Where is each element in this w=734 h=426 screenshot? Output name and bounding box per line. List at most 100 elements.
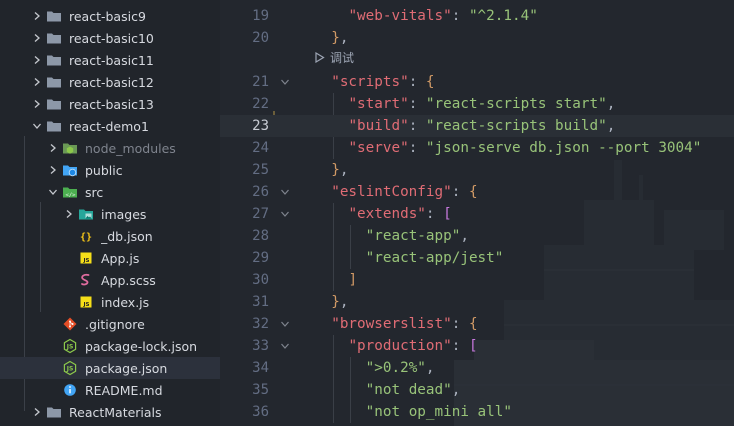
code-line[interactable]: 32 "browserslist": { (220, 313, 734, 335)
folder-icon (46, 52, 62, 68)
fold-chevron-icon[interactable] (279, 313, 291, 335)
code-text: }, (331, 162, 349, 178)
tree-item-reactmaterials[interactable]: ReactMaterials (0, 401, 220, 423)
code-line[interactable]: 31 }, (220, 291, 734, 313)
code-line[interactable]: 19 "web-vitals": "^2.1.4" (220, 5, 734, 27)
line-number: 32 (252, 316, 269, 332)
code-line[interactable]: 26 "eslintConfig": { (220, 181, 734, 203)
code-text: }, (331, 30, 349, 46)
chevron-right-icon[interactable] (30, 77, 44, 87)
fold-chevron-icon[interactable] (279, 181, 291, 203)
tree-item-package-json[interactable]: JS package.json (0, 357, 220, 379)
chevron-right-icon[interactable] (46, 143, 60, 153)
tree-item-react-demo1[interactable]: react-demo1 (0, 115, 220, 137)
tree-item-label: react-basic10 (69, 30, 154, 46)
line-number: 30 (252, 272, 269, 288)
line-number: 22 (252, 96, 269, 112)
tree-item-label: index.js (101, 294, 150, 310)
code-line[interactable]: 28 "react-app", (220, 225, 734, 247)
folder-icon (46, 118, 62, 134)
code-text: "not op_mini all" (365, 404, 512, 420)
fold-chevron-icon[interactable] (279, 335, 291, 357)
chevron-right-icon[interactable] (30, 33, 44, 43)
chevron-right-icon[interactable] (62, 209, 76, 219)
code-editor[interactable]: 调试 19 "web-vitals": "^2.1.4" 20 }, 21 "scr… (220, 0, 734, 426)
tree-item-gitignore[interactable]: .gitignore (0, 313, 220, 335)
src-folder-icon: </> (62, 184, 78, 200)
code-text: "start": "react-scripts start", (348, 96, 616, 112)
tree-item-app-scss[interactable]: App.scss (0, 269, 220, 291)
tree-item-label: react-demo1 (69, 118, 149, 134)
code-text: "eslintConfig": { (331, 184, 478, 200)
code-line[interactable]: 20 }, (220, 27, 734, 49)
code-line[interactable]: 30 ] (220, 269, 734, 291)
tree-item-index-js[interactable]: JS index.js (0, 291, 220, 313)
js-file-icon: JS (78, 294, 94, 310)
tree-item-react-basic9[interactable]: react-basic9 (0, 5, 220, 27)
tree-item-label: react-basic12 (69, 74, 154, 90)
line-number: 28 (252, 228, 269, 244)
code-line[interactable]: 35 "not dead", (220, 379, 734, 401)
tree-item-react-basic11[interactable]: react-basic11 (0, 49, 220, 71)
public-folder-icon (62, 162, 78, 178)
code-line[interactable]: 23 "build": "react-scripts build", (220, 115, 734, 137)
line-number: 27 (252, 206, 269, 222)
svg-text:JS: JS (82, 258, 89, 264)
code-text: "not dead", (365, 382, 461, 398)
codelens-label: 调试 (330, 50, 355, 65)
code-text: "browserslist": { (331, 316, 478, 332)
tree-item-label: package-lock.json (85, 338, 198, 354)
tree-item-react-basic10[interactable]: react-basic10 (0, 27, 220, 49)
tree-item-app-js[interactable]: JS App.js (0, 247, 220, 269)
tree-item-label: react-basic11 (69, 52, 154, 68)
line-number: 21 (252, 74, 269, 90)
tree-item-db-json[interactable]: {} _db.json (0, 225, 220, 247)
tree-item-images[interactable]: images (0, 203, 220, 225)
svg-text:</>: </> (66, 193, 77, 199)
code-line[interactable]: 34 ">0.2%", (220, 357, 734, 379)
chevron-down-icon[interactable] (46, 187, 60, 197)
chevron-right-icon[interactable] (30, 11, 44, 21)
code-text: ">0.2%", (365, 360, 435, 376)
svg-text:{}: {} (80, 232, 92, 243)
code-line[interactable]: 24 "serve": "json-serve db.json --port 3… (220, 137, 734, 159)
codelens-debug[interactable]: 调试 (314, 48, 354, 66)
tree-item-readme-md[interactable]: README.md (0, 379, 220, 401)
svg-text:JS: JS (82, 302, 89, 308)
svg-text:JS: JS (66, 366, 74, 373)
code-text: "react-app/jest" (365, 250, 504, 266)
tree-item-node-modules[interactable]: node_modules (0, 137, 220, 159)
chevron-right-icon[interactable] (30, 55, 44, 65)
fold-chevron-icon[interactable] (279, 203, 291, 225)
tree-item-react-basic12[interactable]: react-basic12 (0, 71, 220, 93)
git-file-icon (62, 316, 78, 332)
chevron-right-icon[interactable] (30, 99, 44, 109)
tree-item-label: src (85, 184, 104, 200)
npm-file-icon: JS (62, 360, 78, 376)
tree-item-react-basic13[interactable]: react-basic13 (0, 93, 220, 115)
play-icon (315, 51, 325, 63)
tree-item-label: .gitignore (85, 316, 145, 332)
tree-item-public[interactable]: public (0, 159, 220, 181)
info-file-icon (62, 382, 78, 398)
json-file-icon: {} (78, 228, 94, 244)
code-line[interactable]: 27 "extends": [ (220, 203, 734, 225)
code-line[interactable]: 33 "production": [ (220, 335, 734, 357)
code-line[interactable]: 29 "react-app/jest" (220, 247, 734, 269)
tree-item-src[interactable]: </> src (0, 181, 220, 203)
line-number: 19 (252, 8, 269, 24)
tree-item-label: public (85, 162, 123, 178)
chevron-right-icon[interactable] (46, 165, 60, 175)
code-line[interactable]: 36 "not op_mini all" (220, 401, 734, 423)
code-line[interactable]: 22 "start": "react-scripts start", (220, 93, 734, 115)
tree-item-package-lock-json[interactable]: JS package-lock.json (0, 335, 220, 357)
line-number: 33 (252, 338, 269, 354)
js-file-icon: JS (78, 250, 94, 266)
code-line[interactable]: 21 "scripts": { (220, 71, 734, 93)
code-text: "web-vitals": "^2.1.4" (348, 8, 538, 24)
chevron-down-icon[interactable] (30, 121, 44, 131)
code-line[interactable]: 25 }, (220, 159, 734, 181)
chevron-right-icon[interactable] (30, 407, 44, 417)
fold-chevron-icon[interactable] (279, 71, 291, 93)
images-folder-icon (78, 206, 94, 222)
